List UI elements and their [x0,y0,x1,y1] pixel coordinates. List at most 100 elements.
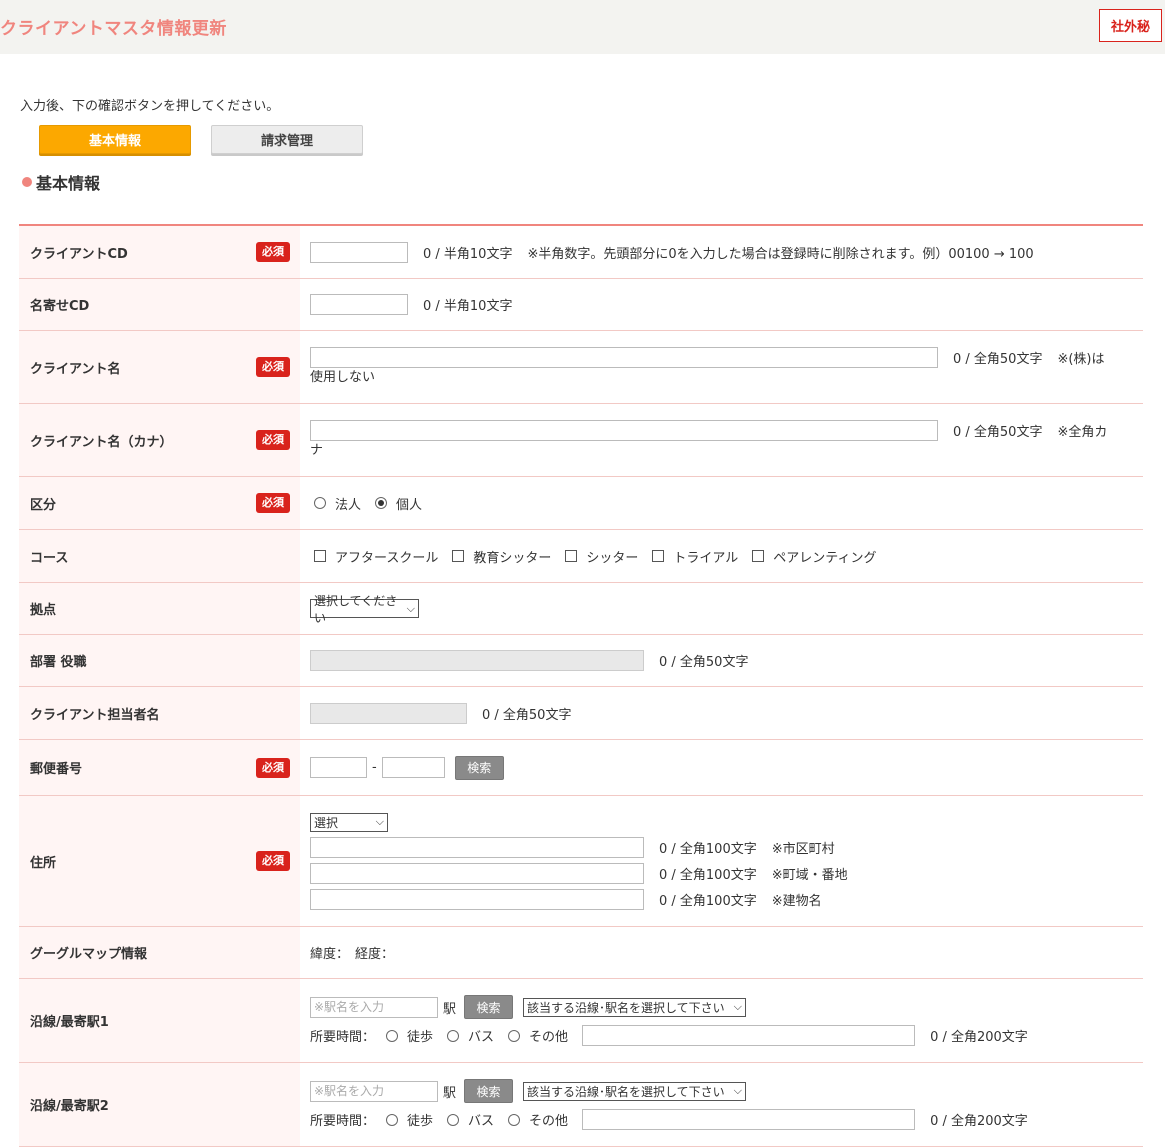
contact-input[interactable] [310,702,467,724]
field-label: 沿線/最寄駅1 [30,1015,109,1030]
row-station-2: 沿線/最寄駅2 駅 検索 該当する沿線･駅名を選択して下さい ⌵ 所要時間： 徒… [19,1063,1143,1147]
row-client-kana: クライアント名（カナ） 必須 0 / 全角50文字 ※全角カ ナ [19,404,1143,477]
page-title: クライアントマスタ情報更新 [0,19,227,39]
checkbox-trial[interactable]: トライアル [652,547,738,566]
client-kana-input[interactable] [310,419,938,441]
station-1-input[interactable] [310,996,438,1018]
tab-basic-info[interactable]: 基本情報 [39,125,191,154]
char-counter: 0 / 全角100文字 [659,867,757,883]
postal-search-button[interactable]: 検索 [454,755,504,780]
field-label: 沿線/最寄駅2 [30,1099,109,1114]
tab-billing[interactable]: 請求管理 [211,125,363,154]
radio-circle-icon [447,1029,460,1042]
station-suffix: 駅 [443,1085,457,1101]
radio-bus[interactable]: バス [447,1110,494,1129]
field-note: ※市区町村 [771,841,835,857]
char-counter: 0 / 全角200文字 [930,1030,1028,1045]
row-department: 部署 役職 0 / 全角50文字 [19,635,1143,687]
label-cell: クライアントCD 必須 [19,226,300,278]
field-label: 名寄せCD [30,299,90,314]
radio-corporation[interactable]: 法人 [314,494,361,513]
row-map: グーグルマップ情報 緯度： 経度： [19,927,1143,979]
char-counter: 0 / 全角50文字 [953,424,1043,440]
radio-bus[interactable]: バス [447,1026,494,1045]
section-title: 基本情報 [22,170,100,194]
row-postal: 郵便番号 必須 - 検索 [19,740,1143,796]
checkbox-parenting[interactable]: ペアレンティング [752,547,877,566]
char-counter: 0 / 全角200文字 [930,1114,1028,1129]
row-contact: クライアント担当者名 0 / 全角50文字 [19,687,1143,740]
field-note-continued: ナ [310,442,324,458]
client-name-input[interactable] [310,346,938,368]
checkbox-sitter[interactable]: シッター [565,547,638,566]
field-label: 拠点 [30,603,57,618]
checkbox-after-school[interactable]: アフタースクール [314,547,438,566]
radio-circle-icon [508,1113,521,1126]
client-cd-input[interactable] [310,241,408,263]
row-address: 住所 必須 選択 ⌵ 0 / 全角100文字 ※市区町村 0 / 全角100文字… [19,796,1143,927]
required-badge: 必須 [256,493,290,513]
station-2-time-input[interactable] [582,1109,916,1130]
row-category: 区分 必須 法人 個人 [19,477,1143,530]
char-counter: 0 / 半角10文字 [423,246,513,262]
field-note: ※町域・番地 [771,867,848,883]
field-note: ※全角カ [1057,424,1108,440]
instruction-text: 入力後、下の確認ボタンを押してください。 [20,99,280,114]
field-note: ※建物名 [771,893,822,909]
required-badge: 必須 [256,430,290,450]
station-2-line-select[interactable]: 該当する沿線･駅名を選択して下さい ⌵ [523,1081,747,1101]
station-1-search-button[interactable]: 検索 [464,995,514,1019]
field-label: クライアントCD [30,246,128,262]
postal-separator: - [372,760,377,775]
checkbox-education-sitter[interactable]: 教育シッター [452,547,551,566]
field-label: グーグルマップ情報 [30,947,148,962]
checkbox-icon [314,550,326,562]
required-badge: 必須 [256,357,290,377]
station-2-search-button[interactable]: 検索 [464,1079,514,1103]
prefecture-select[interactable]: 選択 ⌵ [310,812,388,832]
radio-circle-icon [314,497,326,509]
station-2-input[interactable] [310,1080,438,1102]
char-counter: 0 / 半角10文字 [423,299,513,314]
department-input[interactable] [310,650,644,671]
base-select[interactable]: 選択してください ⌵ [310,594,419,625]
chevron-down-icon: ⌵ [733,1084,743,1097]
section-title-text: 基本情報 [36,174,101,193]
radio-checked-icon [375,497,388,509]
radio-individual[interactable]: 個人 [375,494,422,513]
address-street-input[interactable] [310,862,644,884]
checkbox-icon [752,550,765,562]
confidential-badge: 社外秘 [1099,9,1162,42]
page-header: クライアントマスタ情報更新 社外秘 [0,0,1165,54]
field-note: ※半角数字。先頭部分に0を入力した場合は登録時に削除されます。例）00100 →… [527,246,1034,262]
radio-other[interactable]: その他 [508,1110,568,1129]
row-name-cd: 名寄せCD 0 / 半角10文字 [19,279,1143,331]
station-1-time-input[interactable] [582,1025,916,1046]
chevron-down-icon: ⌵ [375,815,384,828]
postal-first-input[interactable] [310,757,367,778]
field-label: 郵便番号 [30,762,83,777]
row-client-cd: クライアントCD 必須 0 / 半角10文字 ※半角数字。先頭部分に0を入力した… [19,226,1143,279]
radio-other[interactable]: その他 [508,1026,568,1045]
longitude-label: 経度： [355,947,395,962]
address-city-input[interactable] [310,836,644,858]
char-counter: 0 / 全角100文字 [659,841,757,857]
radio-circle-icon [508,1029,521,1042]
postal-second-input[interactable] [381,757,445,778]
radio-walk[interactable]: 徒歩 [386,1110,433,1129]
travel-time-label: 所要時間： [310,1030,376,1045]
name-cd-input[interactable] [310,294,408,315]
checkbox-icon [565,550,578,562]
row-base: 拠点 選択してください ⌵ [19,583,1143,635]
radio-circle-icon [386,1029,399,1042]
address-building-input[interactable] [310,888,644,910]
char-counter: 0 / 全角50文字 [482,707,572,723]
client-form: クライアントCD 必須 0 / 半角10文字 ※半角数字。先頭部分に0を入力した… [19,224,1143,1147]
travel-time-label: 所要時間： [310,1114,376,1129]
radio-walk[interactable]: 徒歩 [386,1026,433,1045]
row-client-name: クライアント名 必須 0 / 全角50文字 ※(株)は 使用しない [19,331,1143,404]
station-1-line-select[interactable]: 該当する沿線･駅名を選択して下さい ⌵ [523,997,747,1017]
required-badge: 必須 [256,757,290,778]
field-note: ※(株)は [1057,351,1105,367]
required-badge: 必須 [256,242,290,262]
